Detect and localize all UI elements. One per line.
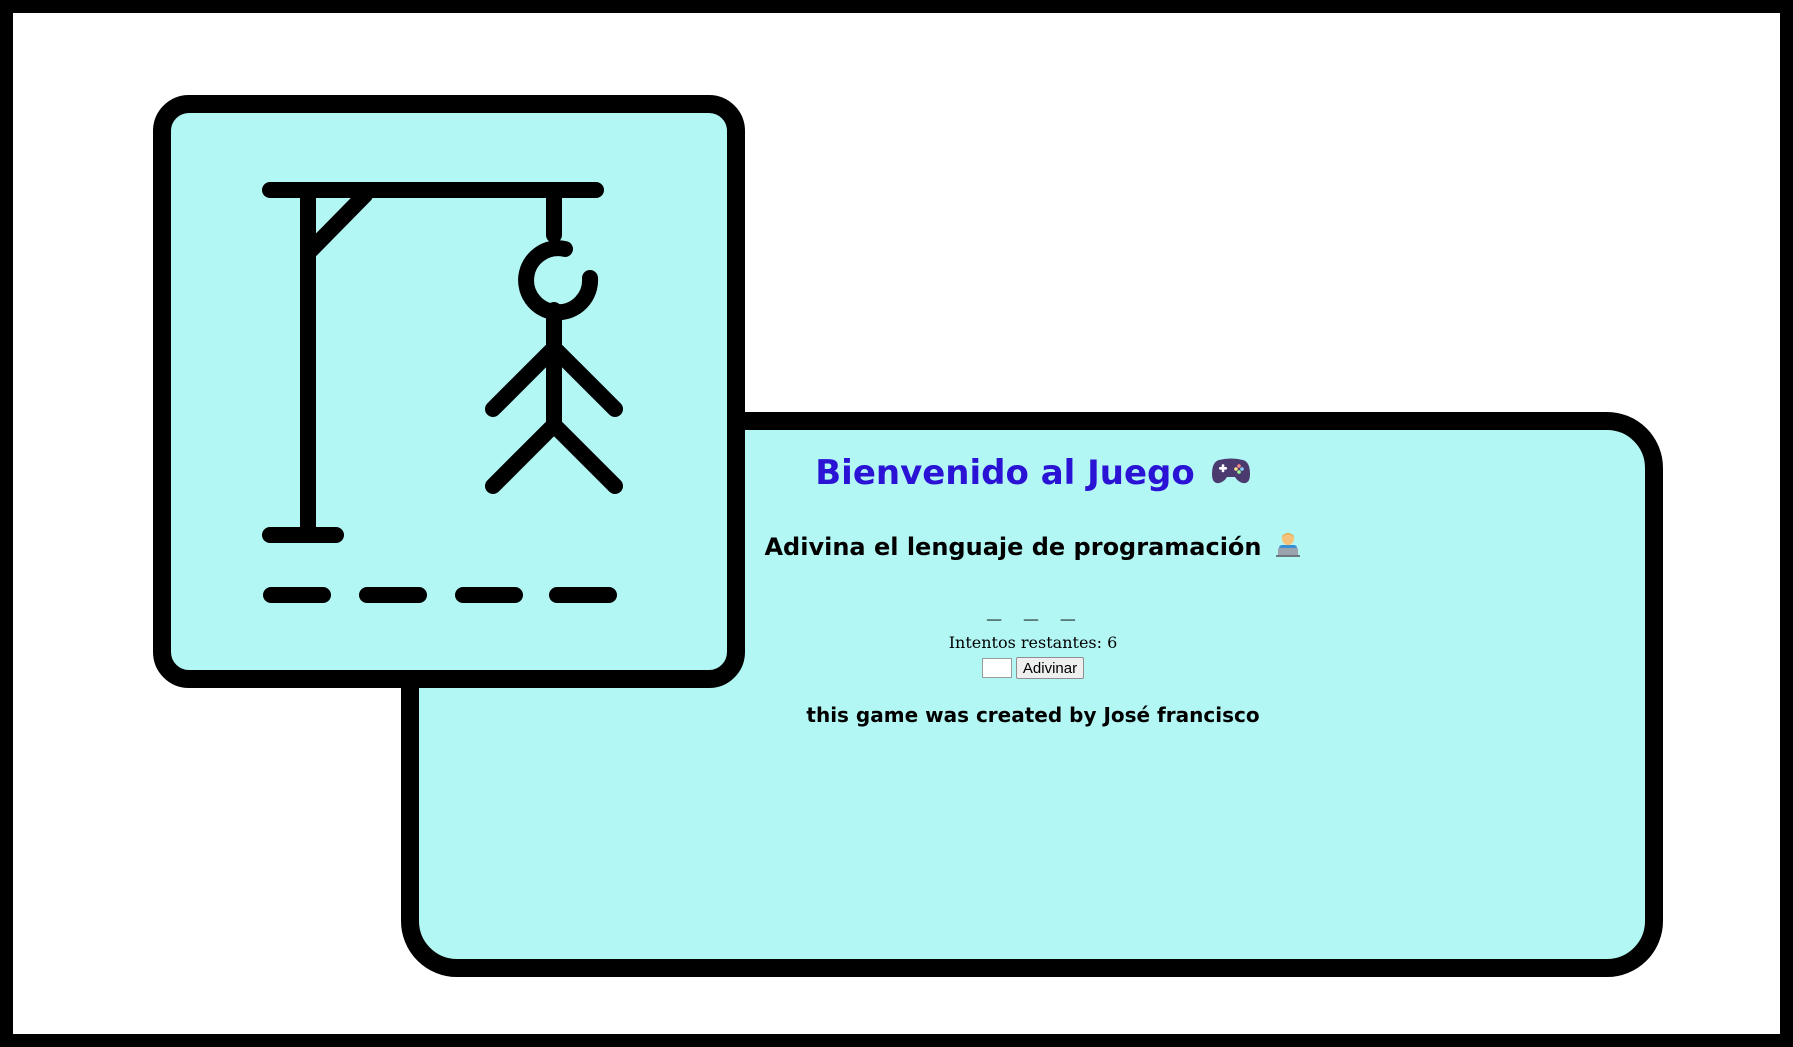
guess-input[interactable] xyxy=(981,658,1012,678)
credit-text: this game was created by José francisco xyxy=(806,703,1260,727)
word-display: _ _ _ xyxy=(986,593,1080,621)
page-title: Bienvenido al Juego xyxy=(653,453,1413,495)
gamepad-icon xyxy=(1211,454,1251,495)
page-frame: Bienvenido al Juego Adivina el lenguaje … xyxy=(0,0,1793,1047)
title-text: Bienvenido al Juego xyxy=(815,453,1195,493)
subtitle-text: Adivina el lenguaje de programación xyxy=(764,533,1262,561)
technologist-icon xyxy=(1274,531,1302,565)
guess-form: Adivinar xyxy=(653,657,1413,679)
attempts-remaining: Intentos restantes: 6 xyxy=(948,633,1118,652)
game-subtitle: Adivina el lenguaje de programación xyxy=(653,531,1413,565)
guess-button[interactable]: Adivinar xyxy=(1015,657,1085,679)
